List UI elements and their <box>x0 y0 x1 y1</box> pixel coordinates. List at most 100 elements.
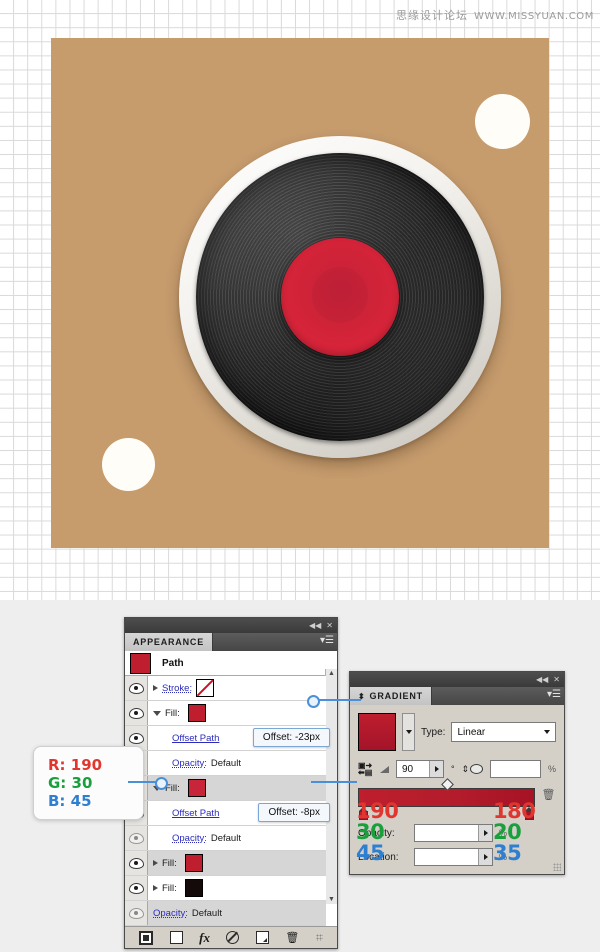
opacity-label-1[interactable]: Opacity: <box>172 758 207 769</box>
add-new-stroke-icon[interactable] <box>139 930 154 945</box>
fill-label-1[interactable]: Fill: <box>165 708 180 719</box>
add-new-effect-icon[interactable]: fx <box>199 930 210 946</box>
callout-green: G: 30 <box>48 774 93 792</box>
appearance-row-fill-4[interactable]: Fill: <box>125 876 326 901</box>
close-icon[interactable]: ✕ <box>553 675 560 684</box>
fill-swatch-1[interactable] <box>187 704 206 722</box>
collapse-icon[interactable]: ◀◀ <box>309 621 321 630</box>
offset-value-badge-2: Offset: -8px <box>258 803 330 822</box>
delete-item-icon[interactable]: 🗑 <box>285 931 299 944</box>
gradient-presets-dropdown[interactable] <box>402 713 415 751</box>
appearance-item-list: Path Stroke: Fill: Offset Path Offset: -… <box>125 651 330 926</box>
fill-swatch-2[interactable] <box>187 779 206 797</box>
gradient-midpoint-handle[interactable] <box>440 778 454 791</box>
chevron-down-icon[interactable] <box>153 710 161 716</box>
appearance-row-opacity-1[interactable]: Opacity: Default <box>125 751 326 776</box>
stop-right-blue: 35 <box>493 841 522 865</box>
offset-value-badge-1: Offset: -23px <box>252 728 330 747</box>
gradient-opacity-field[interactable] <box>414 824 493 842</box>
chevron-right-icon[interactable] <box>153 685 158 691</box>
eye-icon[interactable] <box>128 857 144 869</box>
vinyl-center-label <box>281 238 399 356</box>
close-icon[interactable]: ✕ <box>326 621 333 630</box>
stroke-label[interactable]: Stroke: <box>162 683 192 694</box>
clear-appearance-icon[interactable] <box>226 931 240 944</box>
gradient-stop-right-rgb: 180 20 35 <box>493 801 536 865</box>
chevron-right-icon[interactable] <box>153 860 158 866</box>
appearance-row-opacity-3[interactable]: Opacity: Default <box>125 901 326 926</box>
callout-connector-left-endpoint <box>155 777 168 790</box>
artboard[interactable] <box>51 38 549 548</box>
duplicate-item-icon[interactable] <box>255 931 269 944</box>
appearance-row-opacity-2[interactable]: Opacity: Default <box>125 826 326 851</box>
eye-icon[interactable] <box>128 832 144 844</box>
opacity-label-3[interactable]: Opacity: <box>153 908 188 919</box>
aspect-ratio-icon: ⇕ <box>462 764 484 774</box>
fill-swatch-3[interactable] <box>184 854 203 872</box>
visibility-toggle-fill-4[interactable] <box>125 876 148 900</box>
vinyl-center-label-inner <box>312 267 368 323</box>
angle-dropdown-icon[interactable] <box>429 761 443 777</box>
eye-icon[interactable] <box>128 882 144 894</box>
chevron-right-icon[interactable] <box>153 885 158 891</box>
gradient-location-field[interactable] <box>414 848 493 866</box>
eye-icon[interactable] <box>128 732 144 744</box>
tab-gradient[interactable]: ⬍ GRADIENT <box>350 687 432 705</box>
appearance-item-header[interactable]: Path <box>125 651 326 676</box>
opacity-label-2[interactable]: Opacity: <box>172 833 207 844</box>
appearance-scrollbar[interactable]: ▲ ▼ <box>325 669 337 904</box>
gradient-preview-swatch[interactable] <box>358 713 396 751</box>
gradient-angle-field[interactable]: 90 <box>396 760 444 778</box>
degree-symbol: ° <box>451 764 455 774</box>
panel-menu-icon[interactable]: ▾☰ <box>320 636 334 646</box>
resize-grip[interactable] <box>315 934 323 941</box>
vinyl-record[interactable] <box>179 136 501 458</box>
scroll-down-icon[interactable]: ▼ <box>326 895 337 904</box>
stop-left-red: 190 <box>356 799 399 823</box>
gradient-type-select[interactable]: Linear <box>451 722 556 742</box>
location-dropdown-icon[interactable] <box>478 849 492 865</box>
stop-left-green: 30 <box>356 820 385 844</box>
fill-label-4[interactable]: Fill: <box>162 883 177 894</box>
appearance-row-stroke[interactable]: Stroke: <box>125 676 326 701</box>
fill-label-3[interactable]: Fill: <box>162 858 177 869</box>
stop-left-blue: 45 <box>356 841 385 865</box>
scroll-up-icon[interactable]: ▲ <box>326 669 337 678</box>
eye-icon[interactable] <box>128 707 144 719</box>
appearance-row-offset-path-1[interactable]: Offset Path Offset: -23px <box>125 726 330 751</box>
appearance-panel-tabbar: APPEARANCE ▾☰ <box>125 633 337 651</box>
appearance-row-fill-1[interactable]: Fill: <box>125 701 326 726</box>
visibility-toggle-fill-3[interactable] <box>125 851 148 875</box>
path-swatch[interactable] <box>130 652 151 674</box>
fill-swatch-4[interactable] <box>184 879 203 897</box>
tab-gradient-label: GRADIENT <box>369 691 423 701</box>
callout-connector-right <box>311 781 357 783</box>
appearance-row-fill-3[interactable]: Fill: <box>125 851 326 876</box>
delete-gradient-stop-icon[interactable]: 🗑 <box>541 788 556 801</box>
visibility-toggle-fill-1[interactable] <box>125 701 148 725</box>
collapse-icon[interactable]: ◀◀ <box>536 675 548 684</box>
visibility-toggle-opacity-3[interactable] <box>125 901 148 925</box>
offset-path-label-1[interactable]: Offset Path <box>172 733 219 744</box>
stroke-swatch-none[interactable] <box>196 679 215 697</box>
reverse-gradient-icon[interactable]: ▣➜ ⬅▤ <box>358 761 373 777</box>
add-new-fill-icon[interactable] <box>169 931 183 944</box>
appearance-row-offset-path-2[interactable]: Offset Path Offset: -8px <box>125 801 330 826</box>
visibility-toggle-stroke[interactable] <box>125 676 148 700</box>
panel-menu-icon[interactable]: ▾☰ <box>547 690 561 700</box>
offset-path-label-2[interactable]: Offset Path <box>172 808 219 819</box>
eye-icon[interactable] <box>128 907 144 919</box>
gradient-stop-left-rgb: 190 30 45 <box>356 799 399 865</box>
resize-grip[interactable] <box>553 863 561 871</box>
tab-appearance[interactable]: APPEARANCE <box>125 633 214 651</box>
opacity-dropdown-icon[interactable] <box>478 825 492 841</box>
callout-connector-fill-endpoint <box>307 695 320 708</box>
chevron-down-icon <box>405 730 412 734</box>
opacity-value-2: Default <box>210 832 241 844</box>
gradient-panel-titlebar: ◀◀ ✕ <box>350 672 564 687</box>
gradient-type-value: Linear <box>457 726 486 738</box>
gradient-aspect-field[interactable] <box>490 760 541 778</box>
decorative-dot-bottom-left <box>102 438 155 491</box>
visibility-toggle-opacity-2[interactable] <box>125 826 148 850</box>
eye-icon[interactable] <box>128 682 144 694</box>
